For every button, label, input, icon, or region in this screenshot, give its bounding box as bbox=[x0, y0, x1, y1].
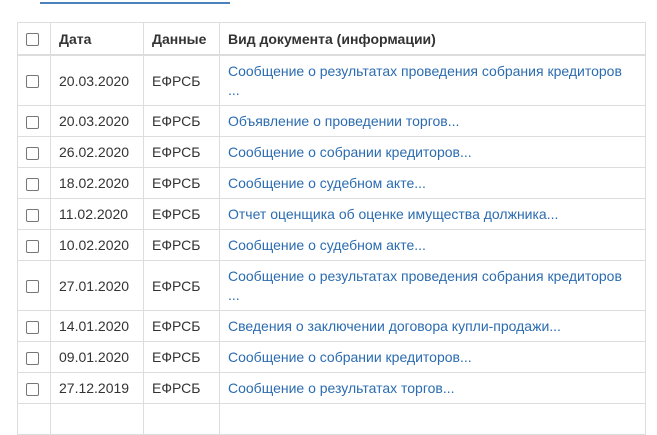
row-checkbox[interactable] bbox=[26, 280, 39, 294]
document-link[interactable]: Сообщение о результатах торгов... bbox=[228, 380, 455, 396]
row-checkbox-cell bbox=[17, 167, 51, 199]
row-source: ЕФРСБ bbox=[143, 167, 220, 199]
row-source: ЕФРСБ bbox=[143, 198, 220, 230]
table-row: 27.12.2019 ЕФРСБ Сообщение о результатах… bbox=[17, 372, 646, 404]
table-row: 10.02.2020 ЕФРСБ Сообщение о судебном ак… bbox=[17, 229, 646, 261]
row-date: 14.01.2020 bbox=[50, 310, 144, 342]
table-row: 14.01.2020 ЕФРСБ Сведения о заключении д… bbox=[17, 310, 646, 342]
table-row: 20.03.2020 ЕФРСБ Объявление о проведении… bbox=[17, 105, 646, 137]
row-document-type: Отчет оценщика об оценке имущества должн… bbox=[219, 198, 646, 230]
row-date: 27.01.2020 bbox=[50, 260, 144, 311]
row-document-type: Сообщение о судебном акте... bbox=[219, 167, 646, 199]
header-select-all-cell bbox=[17, 22, 51, 56]
row-date: 10.02.2020 bbox=[50, 229, 144, 261]
row-source: ЕФРСБ bbox=[143, 229, 220, 261]
row-checkbox-cell bbox=[17, 403, 51, 435]
row-date: 20.03.2020 bbox=[50, 105, 144, 137]
table-header-row: Дата Данные Вид документа (информации) bbox=[17, 22, 646, 56]
table-row: 20.03.2020 ЕФРСБ Сообщение о результатах… bbox=[17, 54, 646, 106]
header-source[interactable]: Данные bbox=[143, 22, 220, 56]
row-date: 20.03.2020 bbox=[50, 54, 144, 106]
row-source: ЕФРСБ bbox=[143, 54, 220, 106]
row-checkbox[interactable] bbox=[26, 208, 39, 222]
row-document-type bbox=[219, 403, 646, 435]
document-link[interactable]: Сообщение о собрании кредиторов... bbox=[228, 349, 472, 365]
row-checkbox[interactable] bbox=[26, 115, 39, 129]
row-document-type: Сообщение о собрании кредиторов... bbox=[219, 136, 646, 168]
row-checkbox-cell bbox=[17, 105, 51, 137]
row-source: ЕФРСБ bbox=[143, 105, 220, 137]
table-row: 11.02.2020 ЕФРСБ Отчет оценщика об оценк… bbox=[17, 198, 646, 230]
document-link[interactable]: Сообщение о собрании кредиторов... bbox=[228, 144, 472, 160]
row-checkbox[interactable] bbox=[26, 75, 39, 89]
top-link-fragment bbox=[40, 0, 230, 4]
row-checkbox-cell bbox=[17, 54, 51, 106]
row-date: 09.01.2020 bbox=[50, 341, 144, 373]
document-link-text: Сообщение о результатах проведения собра… bbox=[228, 267, 622, 284]
row-checkbox[interactable] bbox=[26, 239, 39, 253]
table-row: 27.01.2020 ЕФРСБ Сообщение о результатах… bbox=[17, 260, 646, 311]
row-checkbox[interactable] bbox=[26, 177, 39, 191]
document-link-ellipsis: ... bbox=[228, 286, 240, 303]
row-document-type: Сообщение о результатах проведения собра… bbox=[219, 260, 646, 311]
row-checkbox[interactable] bbox=[26, 351, 39, 365]
row-document-type: Сообщение о результатах торгов... bbox=[219, 372, 646, 404]
row-source: ЕФРСБ bbox=[143, 372, 220, 404]
table-row-partial bbox=[17, 403, 646, 435]
table-row: 09.01.2020 ЕФРСБ Сообщение о собрании кр… bbox=[17, 341, 646, 373]
row-checkbox-cell bbox=[17, 341, 51, 373]
table-row: 26.02.2020 ЕФРСБ Сообщение о собрании кр… bbox=[17, 136, 646, 168]
row-checkbox[interactable] bbox=[26, 320, 39, 334]
row-date: 18.02.2020 bbox=[50, 167, 144, 199]
documents-table: Дата Данные Вид документа (информации) 2… bbox=[17, 22, 646, 435]
row-date: 11.02.2020 bbox=[50, 198, 144, 230]
row-date bbox=[50, 403, 144, 435]
row-date: 27.12.2019 bbox=[50, 372, 144, 404]
row-checkbox-cell bbox=[17, 260, 51, 311]
row-checkbox-cell bbox=[17, 372, 51, 404]
document-link[interactable]: Объявление о проведении торгов... bbox=[228, 113, 459, 129]
row-source: ЕФРСБ bbox=[143, 310, 220, 342]
select-all-checkbox[interactable] bbox=[26, 33, 39, 47]
row-checkbox[interactable] bbox=[26, 382, 39, 396]
table-row: 18.02.2020 ЕФРСБ Сообщение о судебном ак… bbox=[17, 167, 646, 199]
row-document-type: Сообщение о собрании кредиторов... bbox=[219, 341, 646, 373]
document-link[interactable]: Сообщение о результатах проведения собра… bbox=[228, 268, 622, 303]
document-link[interactable]: Отчет оценщика об оценке имущества должн… bbox=[228, 206, 558, 222]
row-document-type: Сообщение о судебном акте... bbox=[219, 229, 646, 261]
row-document-type: Сведения о заключении договора купли-про… bbox=[219, 310, 646, 342]
header-document-type[interactable]: Вид документа (информации) bbox=[219, 22, 646, 56]
document-link[interactable]: Сообщение о судебном акте... bbox=[228, 175, 426, 191]
header-date[interactable]: Дата bbox=[50, 22, 144, 56]
row-date: 26.02.2020 bbox=[50, 136, 144, 168]
row-checkbox-cell bbox=[17, 136, 51, 168]
row-checkbox-cell bbox=[17, 198, 51, 230]
row-checkbox[interactable] bbox=[26, 146, 39, 160]
row-source: ЕФРСБ bbox=[143, 341, 220, 373]
document-link[interactable]: Сведения о заключении договора купли-про… bbox=[228, 318, 561, 334]
document-link-ellipsis: ... bbox=[228, 81, 240, 98]
row-document-type: Объявление о проведении торгов... bbox=[219, 105, 646, 137]
row-source: ЕФРСБ bbox=[143, 260, 220, 311]
row-checkbox-cell bbox=[17, 229, 51, 261]
document-link[interactable]: Сообщение о результатах проведения собра… bbox=[228, 63, 622, 98]
row-checkbox-cell bbox=[17, 310, 51, 342]
row-source bbox=[143, 403, 220, 435]
row-source: ЕФРСБ bbox=[143, 136, 220, 168]
row-document-type: Сообщение о результатах проведения собра… bbox=[219, 54, 646, 106]
document-link[interactable]: Сообщение о судебном акте... bbox=[228, 237, 426, 253]
document-link-text: Сообщение о результатах проведения собра… bbox=[228, 62, 622, 79]
